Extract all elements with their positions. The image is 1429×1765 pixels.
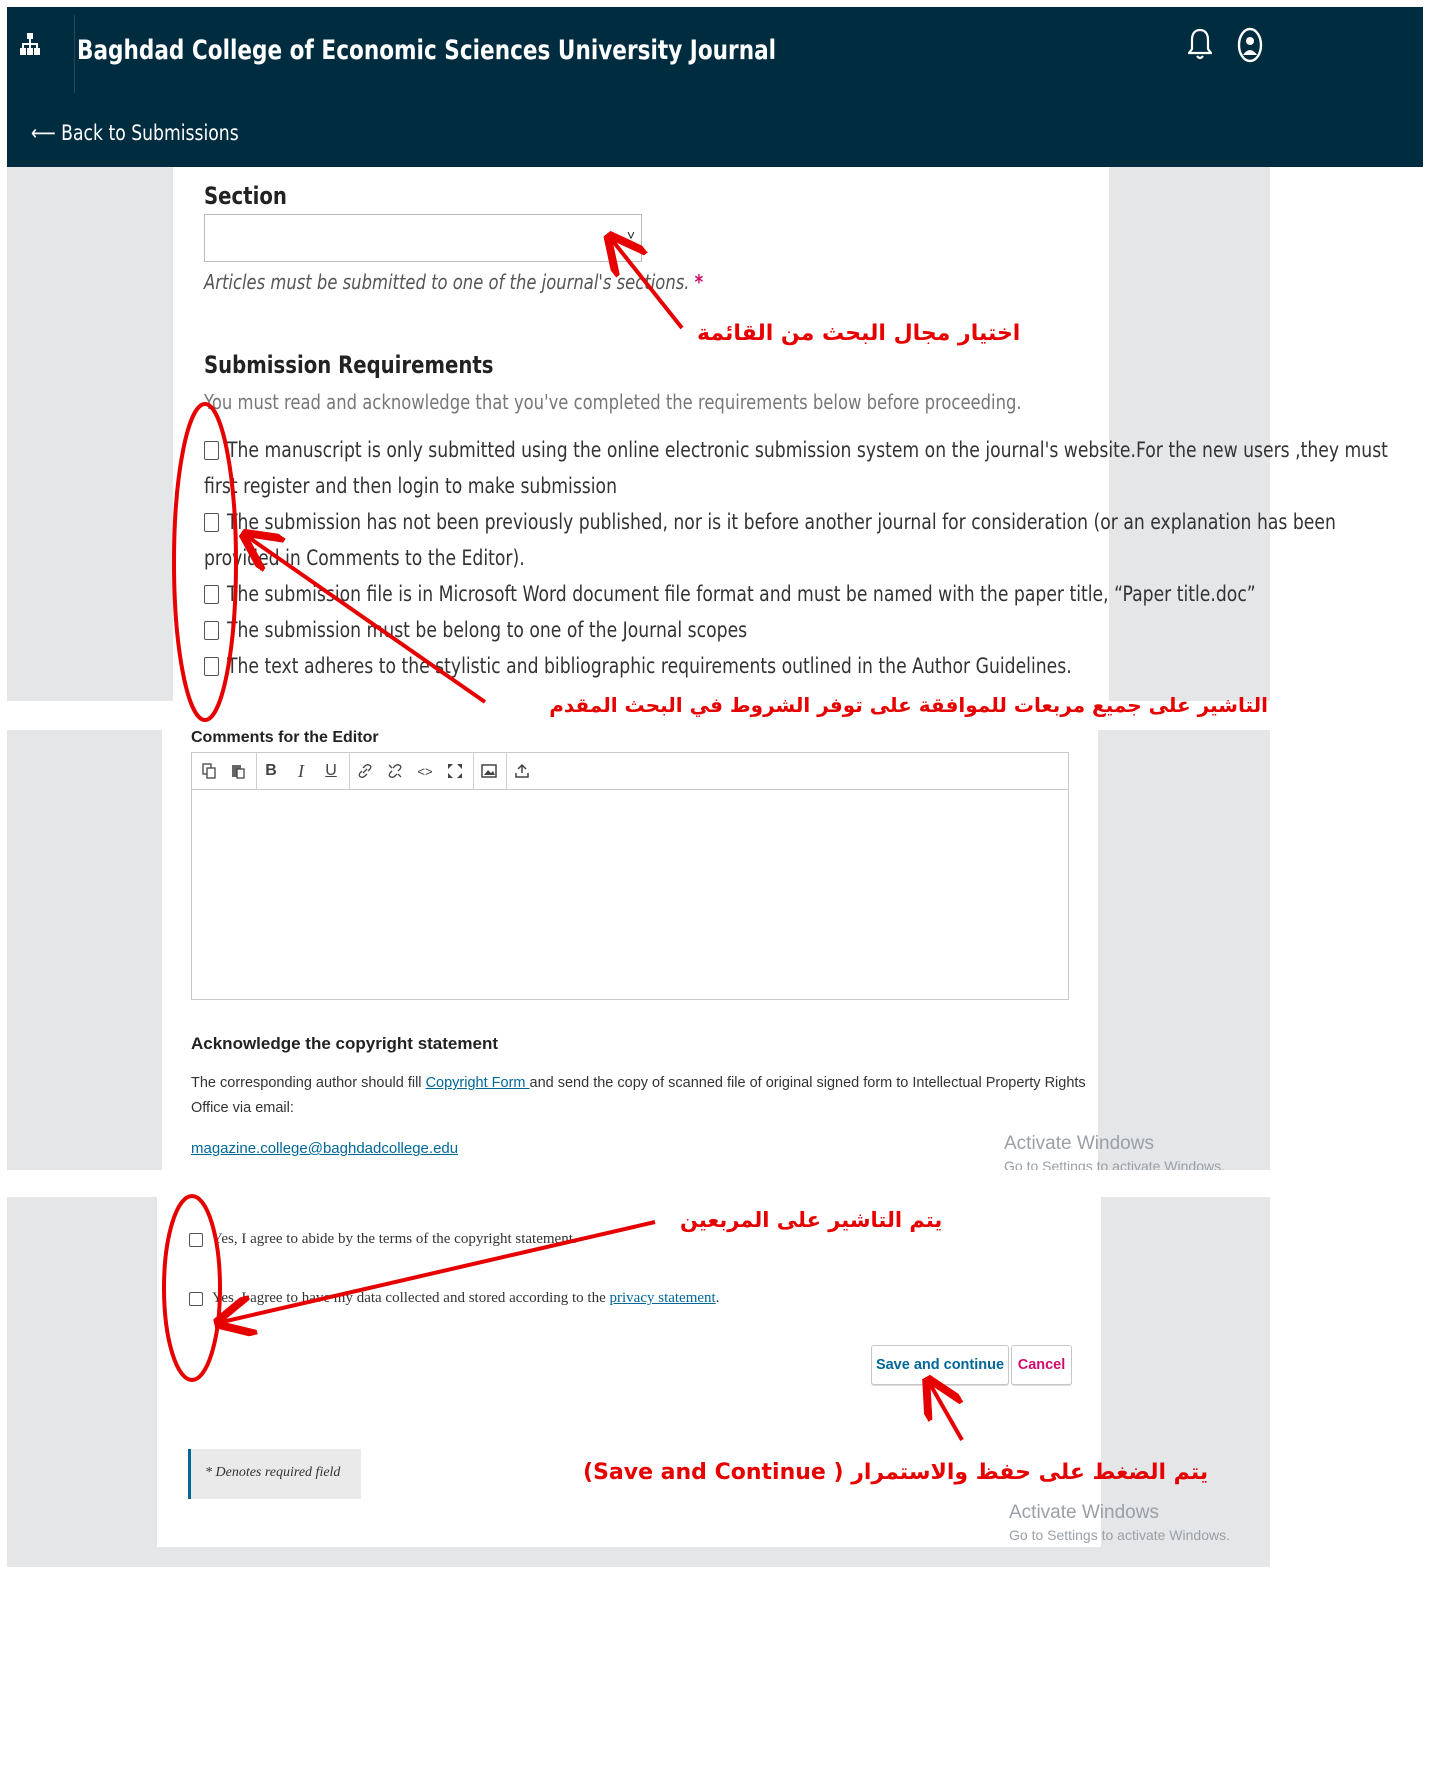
annotation-ellipse-agree [162,1194,222,1382]
annotation-select-section: اختيار مجال البحث من القائمة [697,321,1021,346]
annotation-check-two: يتم التاشير على المربعين [680,1208,943,1232]
annotation-arrow-section [612,240,684,330]
annotation-ellipse-requirements [172,402,238,722]
annotation-check-all: التاشير على جميع مربعات للموافقة على توف… [549,693,1268,717]
annotation-arrow-save [930,1384,964,1441]
annotation-arrow-agree [222,1220,656,1322]
annotation-arrow-requirements [248,537,487,704]
annotation-overlay [162,0,964,1441]
annotation-click-save: يتم الضغط على حفظ والاستمرار ( Save and … [583,1460,1209,1485]
